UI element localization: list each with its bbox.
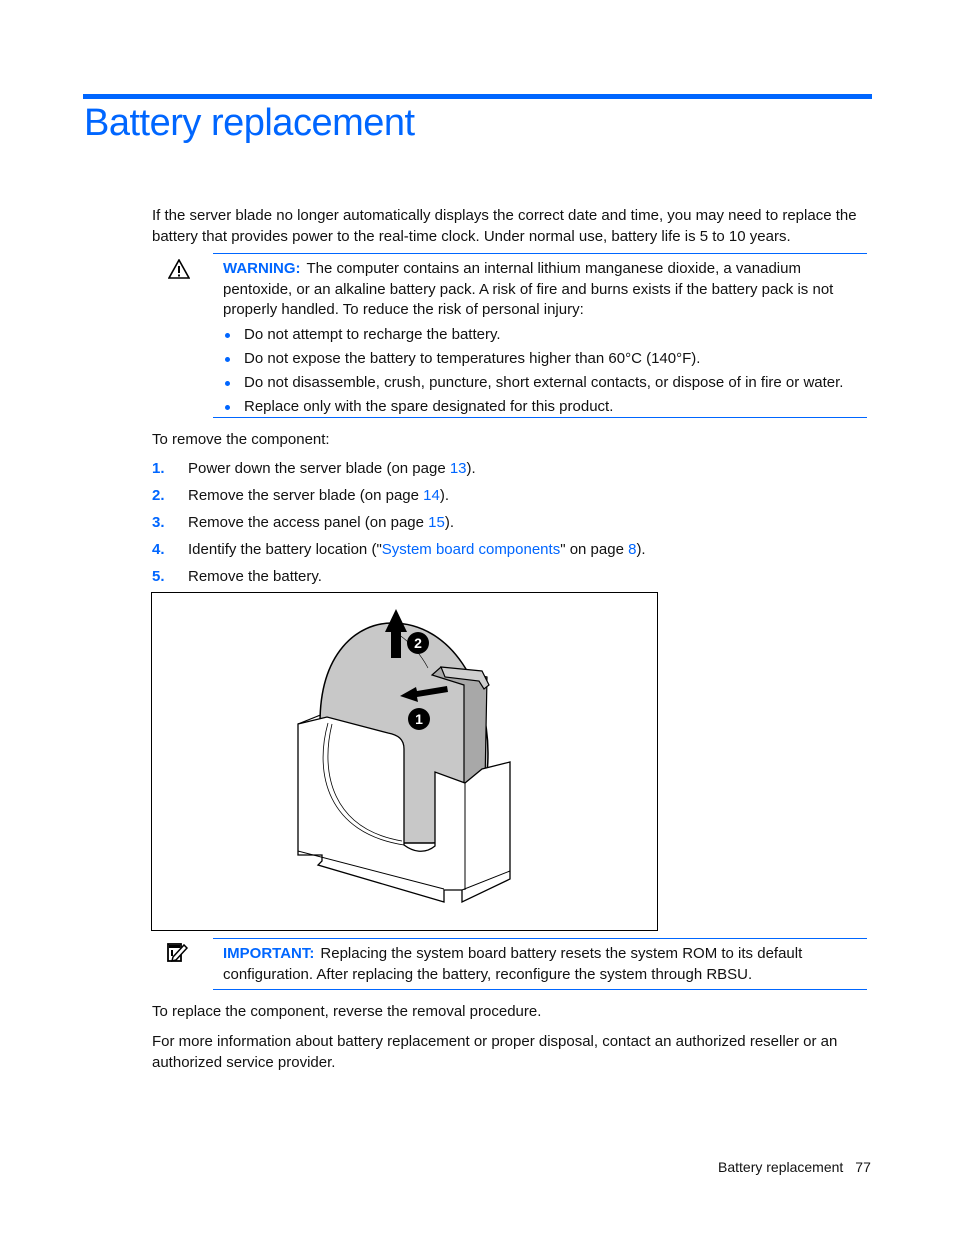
replace-paragraph: To replace the component, reverse the re… [152, 1003, 542, 1020]
warning-box: WARNING: The computer contains an interna… [213, 253, 867, 418]
warning-bullet: Do not expose the battery to temperature… [223, 347, 867, 371]
step-text-end: ). [466, 460, 476, 477]
page-title: Battery replacement [84, 102, 415, 144]
step-item: 2. Remove the server blade (on page 14). [152, 482, 867, 509]
step-text: Remove the battery. [188, 568, 322, 585]
section-link[interactable]: System board components [382, 541, 560, 558]
warning-text: The computer contains an internal lithiu… [223, 260, 834, 318]
step-text: Remove the access panel (on page [188, 514, 429, 531]
step-number: 1. [152, 460, 165, 477]
remove-intro: To remove the component: [152, 431, 330, 448]
step-text-end: ). [439, 487, 449, 504]
footer-section: Battery replacement [718, 1159, 844, 1175]
step-text-end: ). [444, 514, 455, 531]
warning-bullet: Replace only with the spare designated f… [223, 395, 867, 419]
callout-1-label: 1 [415, 711, 423, 727]
intro-paragraph: If the server blade no longer automatica… [152, 207, 857, 245]
callout-2-label: 2 [414, 635, 422, 651]
step-number: 3. [152, 514, 165, 531]
warning-bullet: Do not disassemble, crush, puncture, sho… [223, 371, 867, 395]
important-label: IMPORTANT: [223, 945, 315, 962]
step-text: Remove the server blade (on page [188, 487, 424, 504]
battery-illustration: 2 1 [297, 609, 511, 904]
step-number: 5. [152, 568, 165, 585]
step-item: 1. Power down the server blade (on page 1… [152, 455, 867, 482]
step-number: 4. [152, 541, 165, 558]
page-footer: Battery replacement 77 [718, 1159, 871, 1175]
step-item: 3. Remove the access panel (on page 15). [152, 509, 867, 536]
important-note-icon [167, 943, 188, 963]
page-link[interactable]: 15 [428, 514, 445, 531]
step-text: Power down the server blade (on page [188, 460, 450, 477]
step-text-end: ). [636, 541, 646, 558]
page-link[interactable]: 14 [423, 487, 440, 504]
warning-bullet: Do not attempt to recharge the battery. [223, 323, 867, 347]
warning-bullets: Do not attempt to recharge the battery. … [213, 323, 867, 419]
warning-triangle-icon [168, 259, 190, 279]
title-rule [83, 94, 872, 99]
removal-steps: 1. Power down the server blade (on page 1… [152, 455, 867, 590]
page-link[interactable]: 13 [450, 460, 467, 477]
step-item: 5. Remove the battery. [152, 563, 867, 590]
important-box: IMPORTANT: Replacing the system board bat… [213, 938, 867, 990]
page-number: 77 [855, 1159, 871, 1175]
more-info-paragraph: For more information about battery repla… [152, 1033, 838, 1071]
step-number: 2. [152, 487, 165, 504]
step-text: Identify the battery location (" [188, 541, 382, 558]
step-item: 4. Identify the battery location ("System… [152, 536, 867, 563]
warning-label: WARNING: [223, 260, 301, 277]
step-text-mid: " on page [560, 541, 629, 558]
battery-removal-figure: 2 1 [151, 592, 658, 931]
